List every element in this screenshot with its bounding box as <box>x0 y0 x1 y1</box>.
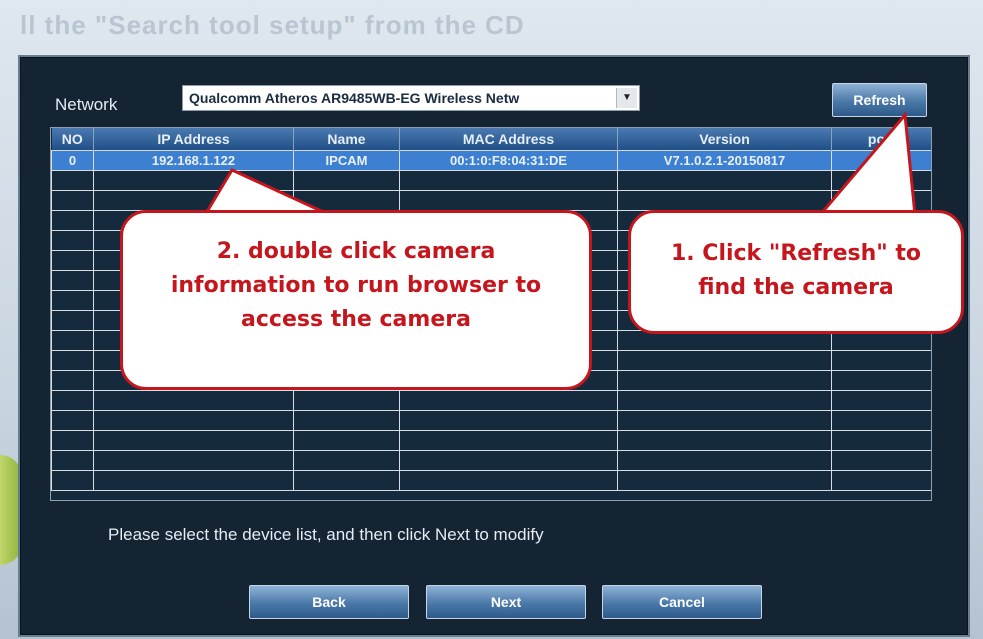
cell-empty <box>293 410 400 431</box>
cell-empty <box>51 430 94 451</box>
table-header-row: NO IP Address Name MAC Address Version p… <box>51 128 931 151</box>
table-row-empty[interactable] <box>51 190 931 211</box>
table-row-empty[interactable] <box>51 470 931 491</box>
cell-empty <box>93 450 294 471</box>
cell-ip: 192.168.1.122 <box>93 150 294 171</box>
cell-empty <box>293 170 400 191</box>
col-header-mac[interactable]: MAC Address <box>399 128 618 151</box>
col-header-version[interactable]: Version <box>617 128 832 151</box>
cell-empty <box>399 430 618 451</box>
callout-step-1: 1. Click "Refresh" to find the camera <box>628 210 964 334</box>
cell-no: 0 <box>51 150 94 171</box>
cell-empty <box>617 370 832 391</box>
table-row-empty[interactable] <box>51 450 931 471</box>
cell-empty <box>51 210 94 231</box>
callout-step-1-line-2: find the camera <box>698 275 894 300</box>
cell-empty <box>831 410 931 431</box>
cell-empty <box>51 370 94 391</box>
back-button[interactable]: Back <box>249 585 409 619</box>
col-header-port[interactable]: port <box>831 128 931 151</box>
cell-name: IPCAM <box>293 150 400 171</box>
cell-empty <box>831 430 931 451</box>
table-row-empty[interactable] <box>51 410 931 431</box>
cell-empty <box>51 410 94 431</box>
cell-empty <box>51 190 94 211</box>
cell-empty <box>51 270 94 291</box>
cell-empty <box>93 410 294 431</box>
cell-empty <box>617 470 832 491</box>
next-button[interactable]: Next <box>426 585 586 619</box>
cell-empty <box>51 470 94 491</box>
window-title: ll the "Search tool setup" from the CD <box>20 10 525 40</box>
table-row-empty[interactable] <box>51 390 931 411</box>
cell-empty <box>617 190 832 211</box>
cell-empty <box>399 450 618 471</box>
cell-empty <box>399 190 618 211</box>
cell-empty <box>93 430 294 451</box>
cell-mac: 00:1:0:F8:04:31:DE <box>399 150 618 171</box>
table-row-empty[interactable] <box>51 430 931 451</box>
network-adapter-value: Qualcomm Atheros AR9485WB-EG Wireless Ne… <box>189 90 520 106</box>
col-header-ip[interactable]: IP Address <box>93 128 294 151</box>
callout-step-1-line-1: 1. Click "Refresh" to <box>670 241 922 266</box>
cell-empty <box>617 410 832 431</box>
network-adapter-select[interactable]: Qualcomm Atheros AR9485WB-EG Wireless Ne… <box>182 85 640 111</box>
cell-empty <box>831 350 931 371</box>
cell-empty <box>51 230 94 251</box>
cell-empty <box>831 450 931 471</box>
col-header-name[interactable]: Name <box>293 128 400 151</box>
cell-empty <box>51 350 94 371</box>
cell-empty <box>51 450 94 471</box>
chevron-down-icon[interactable]: ▼ <box>616 88 637 108</box>
cell-empty <box>93 390 294 411</box>
callout-step-2-line-2: information to run browser to <box>170 273 542 298</box>
instruction-text: Please select the device list, and then … <box>108 525 544 544</box>
callout-step-2-line-3: access the camera <box>241 307 471 332</box>
network-label: Network <box>55 95 118 114</box>
cell-empty <box>617 350 832 371</box>
cell-empty <box>399 470 618 491</box>
cell-empty <box>93 470 294 491</box>
cell-empty <box>617 170 832 191</box>
cell-empty <box>831 390 931 411</box>
cell-empty <box>831 370 931 391</box>
cell-port <box>831 150 931 171</box>
cell-empty <box>399 390 618 411</box>
cell-empty <box>93 170 294 191</box>
callout-step-2-line-1: 2. double click camera <box>216 239 496 264</box>
table-row-empty[interactable] <box>51 170 931 191</box>
cell-empty <box>293 430 400 451</box>
callout-step-2: 2. double click camera information to ru… <box>120 210 592 390</box>
table-row[interactable]: 0 192.168.1.122 IPCAM 00:1:0:F8:04:31:DE V7.… <box>51 150 931 171</box>
cell-empty <box>51 250 94 271</box>
cell-empty <box>617 430 832 451</box>
cell-empty <box>617 450 832 471</box>
cell-empty <box>293 450 400 471</box>
cell-empty <box>93 190 294 211</box>
cell-empty <box>399 410 618 431</box>
cell-empty <box>51 310 94 331</box>
cell-empty <box>293 390 400 411</box>
cell-empty <box>293 190 400 211</box>
cell-empty <box>51 290 94 311</box>
cell-version: V7.1.0.2.1-20150817 <box>617 150 832 171</box>
cell-empty <box>51 170 94 191</box>
cell-empty <box>293 470 400 491</box>
cell-empty <box>51 390 94 411</box>
cell-empty <box>51 330 94 351</box>
cell-empty <box>831 190 931 211</box>
cancel-button[interactable]: Cancel <box>602 585 762 619</box>
cell-empty <box>831 170 931 191</box>
refresh-button[interactable]: Refresh <box>832 83 927 117</box>
cell-empty <box>617 390 832 411</box>
cell-empty <box>831 470 931 491</box>
col-header-no[interactable]: NO <box>51 128 94 151</box>
cell-empty <box>399 170 618 191</box>
